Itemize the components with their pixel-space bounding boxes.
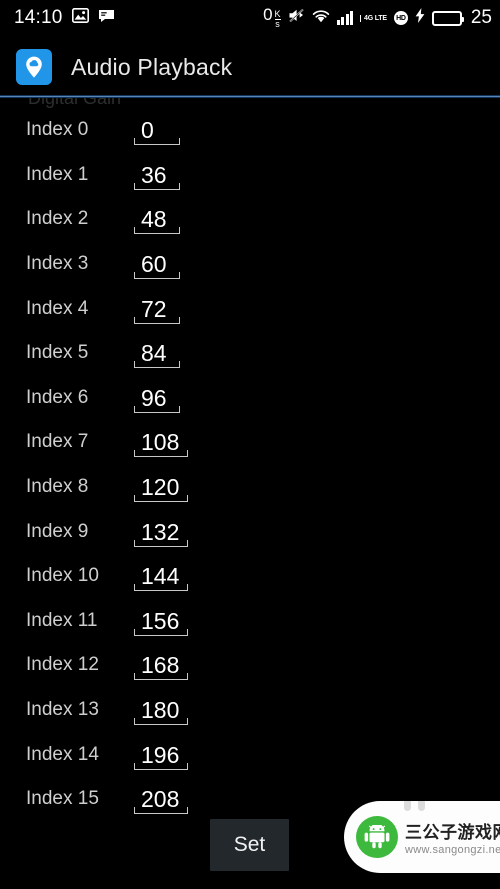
- index-value-text: 84: [141, 340, 167, 367]
- network-speed-unit-num: K: [274, 8, 281, 19]
- hd-icon: HD: [393, 11, 408, 25]
- index-row-label: Index 12: [26, 654, 99, 676]
- watermark-url: www.sangongzi.net: [405, 844, 500, 856]
- index-row-label: Index 2: [26, 208, 89, 230]
- index-value-text: 48: [141, 206, 167, 233]
- index-row-label: Index 15: [26, 788, 99, 810]
- index-value-text: 180: [141, 697, 180, 724]
- index-row-label: Index 5: [26, 342, 89, 364]
- index-row-label: Index 11: [26, 609, 98, 631]
- index-row: Index 14 196: [0, 732, 500, 777]
- network-speed-value: 0: [263, 4, 273, 24]
- index-row-label: Index 10: [26, 565, 99, 587]
- index-row-label: Index 0: [26, 119, 89, 141]
- index-value-text: 60: [141, 251, 167, 278]
- charging-bolt-icon: [415, 8, 425, 28]
- index-row-label: Index 13: [26, 699, 99, 721]
- index-value-text: 208: [141, 786, 180, 813]
- index-value-input[interactable]: 96: [133, 382, 181, 413]
- index-row-label: Index 9: [26, 520, 89, 542]
- index-row-label: Index 8: [26, 476, 89, 498]
- page-title: Audio Playback: [71, 53, 233, 80]
- status-bar-left: 14:10: [14, 7, 115, 29]
- index-value-input[interactable]: 84: [133, 338, 181, 369]
- index-row: Index 0 0: [0, 108, 500, 153]
- index-value-text: 168: [141, 652, 180, 679]
- index-value-input[interactable]: 108: [133, 427, 190, 458]
- watermark-ears-icon: [404, 801, 425, 811]
- index-value-input[interactable]: 168: [133, 650, 190, 681]
- message-icon: [98, 9, 115, 28]
- status-bar-right: 0 K s 4G LTE HD 25: [263, 5, 492, 32]
- index-value-input[interactable]: 0: [133, 115, 181, 146]
- set-button[interactable]: Set: [210, 819, 289, 871]
- index-value-input[interactable]: 72: [133, 293, 181, 324]
- index-value-text: 156: [141, 607, 180, 634]
- index-value-input[interactable]: 132: [133, 516, 190, 547]
- index-value-input[interactable]: 48: [133, 204, 181, 235]
- index-row: Index 6 96: [0, 376, 500, 421]
- index-row-label: Index 4: [26, 297, 89, 319]
- index-row: Index 5 84: [0, 331, 500, 376]
- index-value-text: 96: [141, 384, 167, 411]
- index-row-label: Index 7: [26, 431, 89, 453]
- index-row: Index 12 168: [0, 643, 500, 688]
- index-row-label: Index 6: [26, 386, 89, 408]
- status-clock: 14:10: [14, 7, 63, 28]
- index-row: Index 7 108: [0, 420, 500, 465]
- index-value-text: 72: [141, 295, 167, 322]
- index-row-label: Index 1: [26, 163, 89, 185]
- battery-percent-label: 25: [470, 7, 492, 28]
- index-value-input[interactable]: 196: [133, 739, 190, 770]
- index-row: Index 2 48: [0, 197, 500, 242]
- index-value-input[interactable]: 208: [133, 784, 190, 815]
- index-value-input[interactable]: 60: [133, 249, 181, 280]
- android-robot-icon: [356, 816, 398, 858]
- index-value-input[interactable]: 36: [133, 159, 181, 190]
- network-speed-unit: K s: [274, 8, 281, 29]
- index-row: Index 8 120: [0, 465, 500, 510]
- index-value-text: 144: [141, 563, 180, 590]
- index-value-text: 36: [141, 161, 167, 188]
- battery-icon: [431, 10, 464, 26]
- watermark-title: 三公子游戏网: [405, 823, 500, 842]
- lte-bottom-label: LTE: [374, 14, 387, 22]
- index-value-text: 0: [141, 117, 154, 144]
- index-value-input[interactable]: 156: [133, 605, 190, 636]
- mute-icon: [288, 8, 305, 28]
- index-list: Index 0 0 Index 1 36 Index 2 48 Index 3 60 Index…: [0, 108, 500, 822]
- watermark-text: 三公子游戏网 www.sangongzi.net: [405, 818, 500, 856]
- index-value-text: 196: [141, 741, 180, 768]
- status-bar: 14:10 0 K s 4G LTE HD 25: [0, 0, 500, 36]
- index-value-text: 120: [141, 474, 180, 501]
- main-content: Digital Gain Index 0 0 Index 1 36 Index 2 48 I…: [0, 98, 500, 889]
- action-bar: Audio Playback: [0, 36, 500, 98]
- location-cloud-icon: [16, 49, 52, 85]
- network-speed-indicator: 0 K s: [263, 4, 281, 32]
- index-row: Index 10 144: [0, 554, 500, 599]
- signal-bars-icon: [336, 11, 354, 25]
- watermark: 三公子游戏网 www.sangongzi.net: [344, 801, 500, 873]
- index-row: Index 9 132: [0, 509, 500, 554]
- index-value-text: 132: [141, 518, 180, 545]
- index-value-input[interactable]: 180: [133, 695, 190, 726]
- 4g-lte-icon: 4G LTE: [360, 14, 387, 22]
- network-speed-unit-den: s: [274, 18, 281, 29]
- wifi-icon: [312, 9, 330, 28]
- index-row: Index 13 180: [0, 688, 500, 733]
- lte-top-label: 4G: [364, 14, 373, 22]
- photo-icon: [71, 8, 89, 28]
- index-row: Index 3 60: [0, 242, 500, 287]
- index-value-input[interactable]: 144: [133, 561, 190, 592]
- index-row: Index 11 156: [0, 599, 500, 644]
- index-row: Index 1 36: [0, 153, 500, 198]
- index-value-text: 108: [141, 429, 180, 456]
- index-value-input[interactable]: 120: [133, 472, 190, 503]
- index-row-label: Index 14: [26, 743, 99, 765]
- index-row-label: Index 3: [26, 253, 89, 275]
- index-row: Index 4 72: [0, 286, 500, 331]
